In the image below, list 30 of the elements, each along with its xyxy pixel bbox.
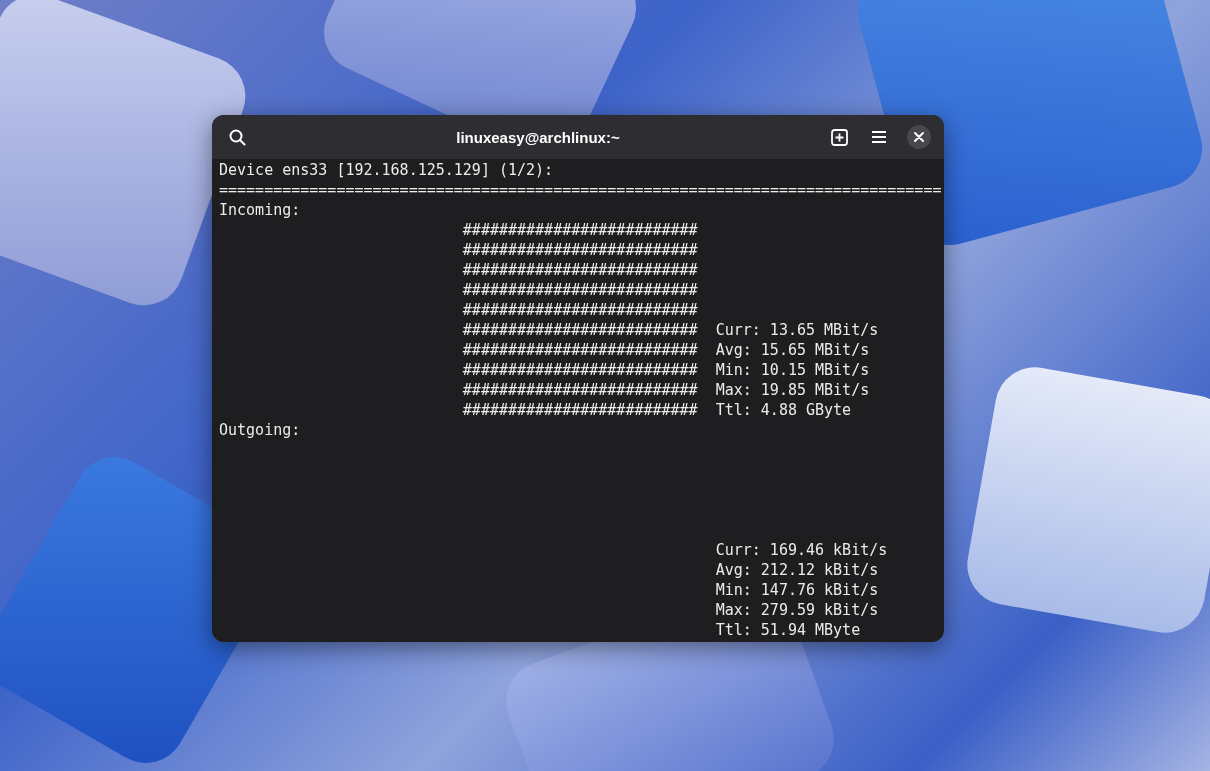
stat-text: Max: 279.59 kBit/s — [715, 601, 879, 619]
section-label: Incoming: — [219, 201, 301, 219]
graph-bar-row: ########################## — [462, 241, 698, 259]
separator-line: ================================================================================ — [219, 181, 942, 199]
stat-text: Min: 10.15 MBit/s — [715, 361, 870, 379]
stat-text: Curr: 169.46 kBit/s — [715, 541, 888, 559]
graph-bar-row: ########################## — [462, 361, 698, 379]
graph-bar-row: ########################## — [462, 281, 698, 299]
graph-bar-row: ########################## — [462, 381, 698, 399]
graph-bar-row: ########################## — [462, 261, 698, 279]
graph-bar-row: ########################## — [462, 221, 698, 239]
stat-text: Min: 147.76 kBit/s — [715, 581, 879, 599]
stat-text: Avg: 212.12 kBit/s — [715, 561, 879, 579]
stat-text: Max: 19.85 MBit/s — [715, 381, 870, 399]
menu-icon — [871, 130, 887, 144]
stat-text: Ttl: 4.88 GByte — [715, 401, 852, 419]
graph-bar-row: ########################## — [462, 341, 698, 359]
plus-square-icon — [830, 128, 848, 146]
search-icon — [228, 128, 246, 146]
section-label: Outgoing: — [219, 421, 301, 439]
stat-text: Avg: 15.65 MBit/s — [715, 341, 870, 359]
close-button[interactable] — [907, 125, 931, 149]
terminal-line: Device ens33 [192.168.125.129] (1/2): — [219, 161, 554, 179]
stat-text: Ttl: 51.94 MByte — [715, 621, 861, 639]
graph-bar-row: ########################## — [462, 321, 698, 339]
stat-text: Curr: 13.65 MBit/s — [715, 321, 879, 339]
window-title: linuxeasy@archlinux:~ — [455, 128, 621, 146]
close-icon — [914, 132, 924, 142]
graph-bar-row: ########################## — [462, 401, 698, 419]
graph-bar-row: ########################## — [462, 301, 698, 319]
